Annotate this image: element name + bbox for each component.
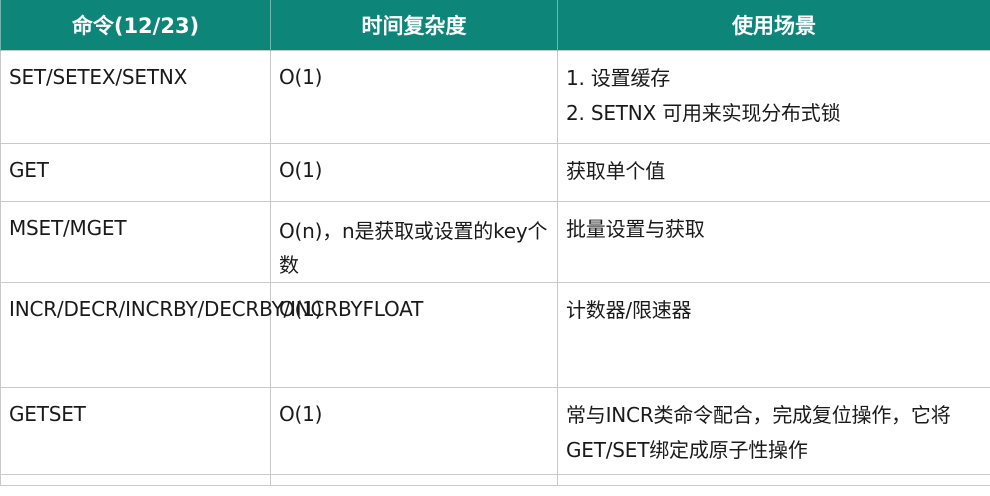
header-complexity: 时间复杂度 — [270, 0, 558, 51]
usage-line: 常与INCR类命令配合，完成复位操作，它将GET/SET绑定成原子性操作 — [566, 403, 951, 462]
cell-complexity: O(1) — [270, 387, 558, 475]
cell-command: GETSET — [0, 387, 271, 475]
table-header-row: 命令(12/23) 时间复杂度 使用场景 — [0, 0, 990, 51]
cell-complexity: O(1) — [270, 143, 558, 202]
cell-command: MSET/MGET — [0, 201, 271, 283]
command-table: 命令(12/23) 时间复杂度 使用场景 SET/SETEX/SETNX O(1… — [0, 0, 990, 486]
cell-empty — [557, 474, 990, 486]
cell-command: SET/SETEX/SETNX — [0, 50, 271, 144]
usage-line: 计数器/限速器 — [566, 298, 692, 322]
header-usage: 使用场景 — [557, 0, 990, 51]
cell-usage: 1. 设置缓存 2. SETNX 可用来实现分布式锁 — [557, 50, 990, 144]
table-row-partial — [0, 474, 990, 486]
cell-command: GET — [0, 143, 271, 202]
cell-usage: 计数器/限速器 — [557, 282, 990, 388]
table-row: GETSET O(1) 常与INCR类命令配合，完成复位操作，它将GET/SET… — [0, 387, 990, 475]
table-row: SET/SETEX/SETNX O(1) 1. 设置缓存 2. SETNX 可用… — [0, 50, 990, 144]
table-row: GET O(1) 获取单个值 — [0, 143, 990, 202]
cell-usage: 常与INCR类命令配合，完成复位操作，它将GET/SET绑定成原子性操作 — [557, 387, 990, 475]
cell-empty — [0, 474, 271, 486]
cell-complexity: O(n)，n是获取或设置的key个数 — [270, 201, 558, 283]
usage-line: 1. 设置缓存 — [566, 66, 671, 90]
usage-line: 获取单个值 — [566, 159, 665, 183]
cell-complexity: O(1) — [270, 50, 558, 144]
cell-usage: 批量设置与获取 — [557, 201, 990, 283]
table-row: INCR/DECR/INCRBY/DECRBY/INCRBYFLOAT O(1)… — [0, 282, 990, 388]
cell-command: INCR/DECR/INCRBY/DECRBY/INCRBYFLOAT — [0, 282, 423, 388]
table-row: MSET/MGET O(n)，n是获取或设置的key个数 批量设置与获取 — [0, 201, 990, 283]
header-command: 命令(12/23) — [0, 0, 271, 51]
usage-line: 2. SETNX 可用来实现分布式锁 — [566, 101, 841, 125]
cell-usage: 获取单个值 — [557, 143, 990, 202]
cell-empty — [270, 474, 558, 486]
usage-line: 批量设置与获取 — [566, 217, 705, 241]
